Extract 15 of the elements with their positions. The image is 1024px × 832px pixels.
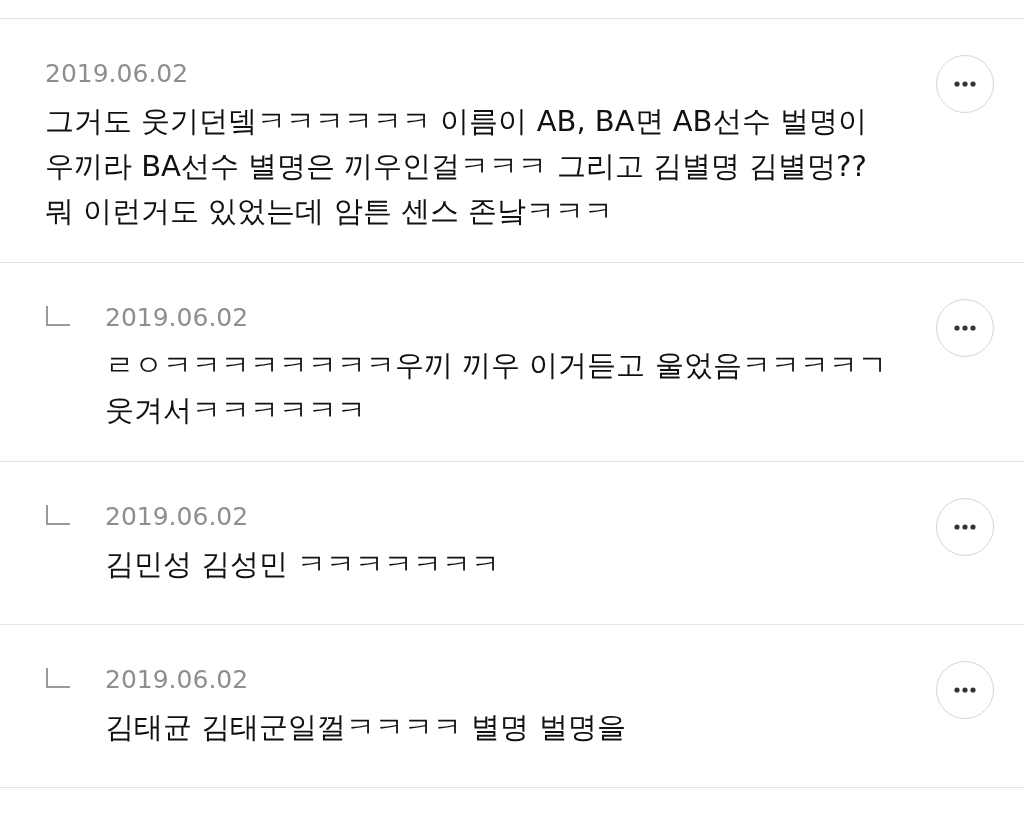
comment-text: 그거도 웃기던뎈ㅋㅋㅋㅋㅋㅋ 이름이 AB, BA면 AB선수 벌명이 우끼라 BA선수 별명은 끼우인걸ㅋㅋㅋ 그리고 김별명 김별멍?? 뭐 이런거도 있었는데 암튼 센스 존낰ㅋㅋㅋ [45,103,868,230]
more-icon [954,524,976,530]
comment-text: 김민성 김성민 ㅋㅋㅋㅋㅋㅋㅋ [105,546,502,583]
comment-text: 김태균 김태군일껄ㅋㅋㅋㅋ 별명 벌명을 [105,709,627,746]
more-icon [954,325,976,331]
comment-date: 2019.06.02 [105,303,250,333]
comment-date: 2019.06.02 [105,502,250,532]
comment-date: 2019.06.02 [45,59,190,89]
reply-icon [45,667,71,689]
comment-text: ㄹㅇㅋㅋㅋㅋㅋㅋㅋㅋ우끼 끼우 이거듣고 울었음ㅋㅋㅋㅋㄱ 웃겨서ㅋㅋㅋㅋㅋㅋ [105,347,888,429]
more-icon [954,687,976,693]
reply-icon [45,305,71,327]
comment-date: 2019.06.02 [105,665,250,695]
reply-icon [45,504,71,526]
more-icon [954,81,976,87]
